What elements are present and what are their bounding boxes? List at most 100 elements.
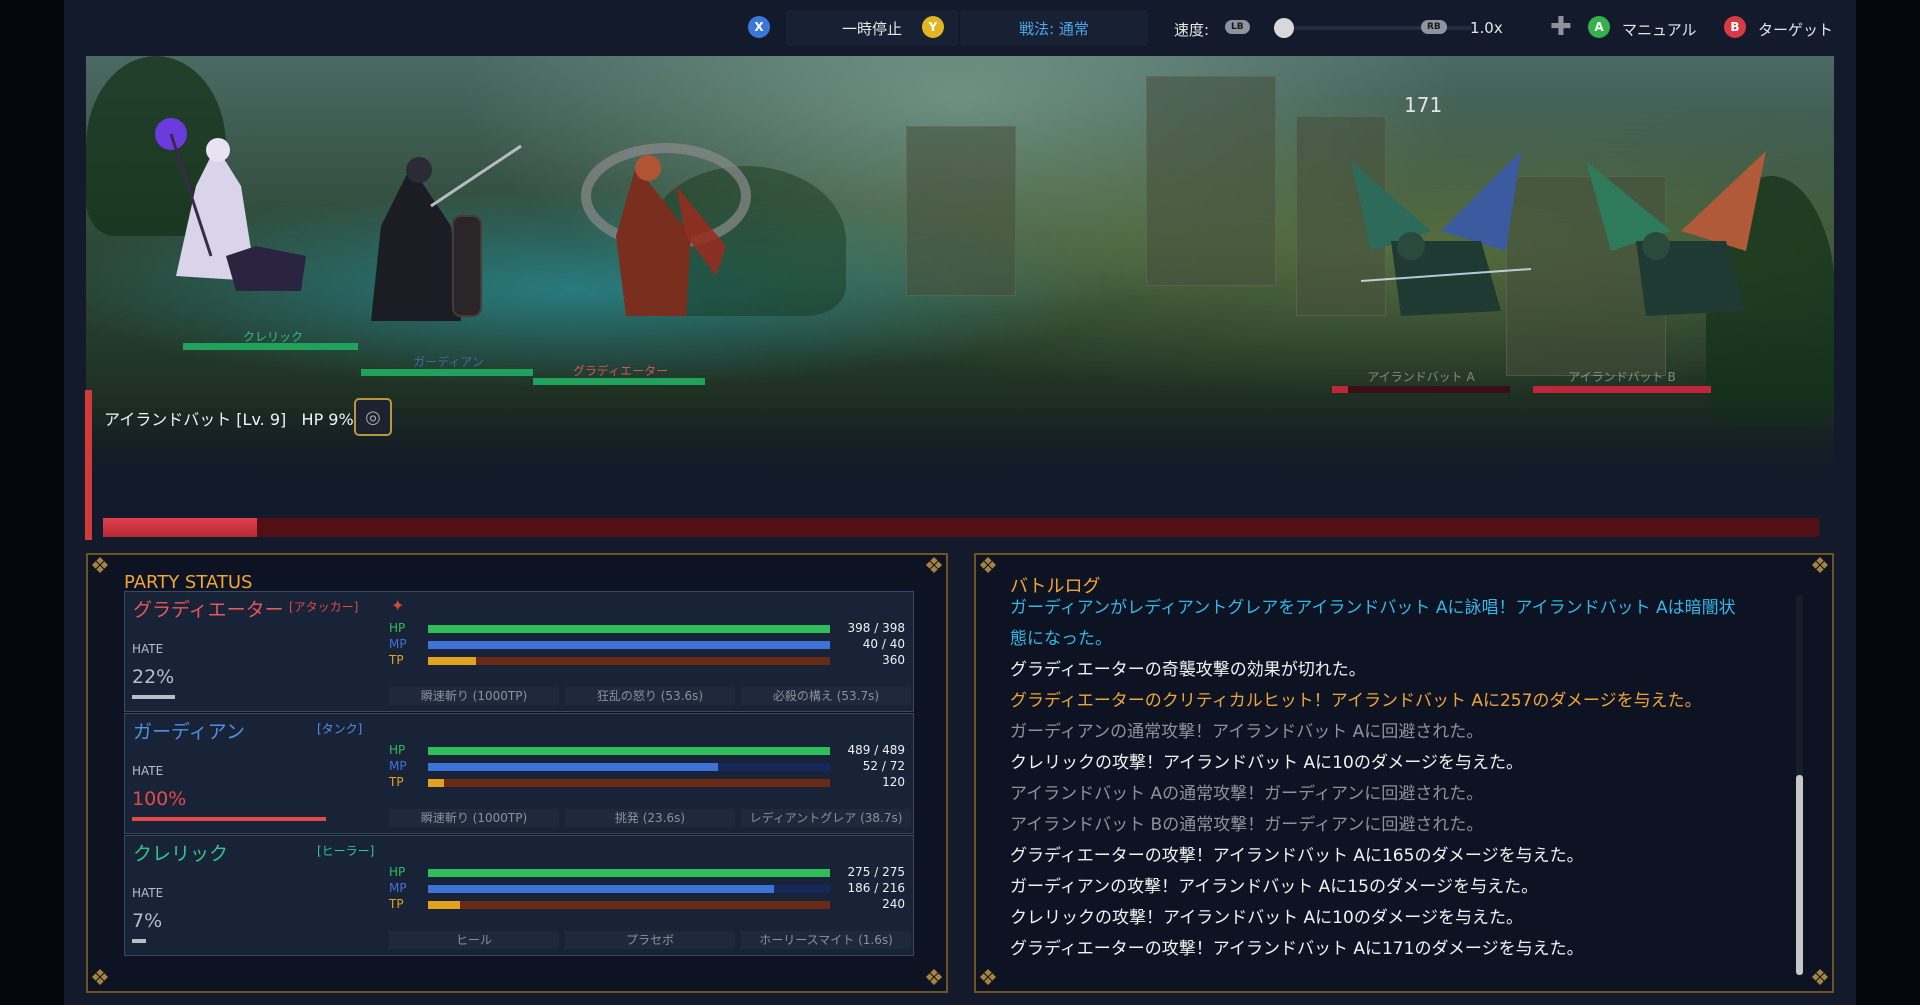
y-button-icon: Y (922, 16, 944, 38)
ornament-corner-icon: ❖ (978, 966, 998, 991)
manual-button[interactable]: マニュアル (1622, 19, 1697, 40)
mp-bar-fill (428, 763, 719, 771)
skill-button[interactable]: 瞬速斬り (1000TP) (389, 687, 559, 705)
log-line: アイランドバット Bの通常攻撃！ガーディアンに回避された。 (1010, 815, 1484, 835)
hp-bar (428, 747, 830, 755)
hp-bar-fill (428, 747, 830, 755)
skill-button[interactable]: 瞬速斬り (1000TP) (389, 809, 559, 827)
hp-value: 489 / 489 (847, 743, 905, 757)
mp-label: MP (389, 637, 407, 651)
log-line: グラディエーターの攻撃！アイランドバット Aに165のダメージを与えた。 (1010, 846, 1584, 866)
log-line: ガーディアンがレディアントグレアをアイランドバット Aに詠唱！アイランドバット … (1010, 598, 1736, 618)
island-bat-b-scene-hp-bar (1533, 386, 1711, 393)
ornament-corner-icon: ❖ (978, 554, 998, 579)
log-line: グラディエーターのクリティカルヒット！アイランドバット Aに257のダメージを与… (1010, 691, 1702, 711)
hp-bar-fill (428, 625, 830, 633)
island-bat-b-scene-hp-fill (1533, 386, 1711, 393)
target-marker (85, 390, 92, 540)
skill-button[interactable]: 狂乱の怒り (53.6s) (565, 687, 735, 705)
log-line: グラディエーターの攻撃！アイランドバット Aに171のダメージを与えた。 (1010, 939, 1584, 959)
skill-button[interactable]: 必殺の構え (53.7s) (741, 687, 911, 705)
guardian-scene-name: ガーディアン (413, 355, 484, 369)
ornament-corner-icon: ❖ (924, 966, 944, 991)
mp-bar (428, 885, 830, 893)
hp-value: 398 / 398 (847, 621, 905, 635)
log-line: グラディエーターの奇襲攻撃の効果が切れた。 (1010, 660, 1366, 680)
island-bat-a-scene-name: アイランドバット A (1367, 370, 1475, 384)
rb-button-icon: RB (1421, 20, 1447, 34)
skill-button[interactable]: 挑発 (23.6s) (565, 809, 735, 827)
ornament-corner-icon: ❖ (90, 554, 110, 579)
mp-value: 52 / 72 (862, 759, 905, 773)
cleric-sprite[interactable] (116, 106, 316, 296)
member-role: [タンク] (317, 722, 363, 736)
hp-label: HP (389, 865, 406, 879)
cleric-scene-hp-bar (183, 343, 358, 350)
island-bat-b-sprite[interactable] (1576, 141, 1776, 341)
party-member-guardian[interactable]: ガーディアン [タンク] HATE 100% HP 489 / 489 MP 52 / 72 T… (124, 713, 914, 834)
hate-value: 22% (132, 666, 175, 688)
speed-label: 速度: (1174, 21, 1210, 39)
hp-bar-fill (428, 869, 830, 877)
hate-label: HATE (132, 886, 164, 900)
log-line: ガーディアンの通常攻撃！アイランドバット Aに回避された。 (1010, 722, 1484, 742)
skill-button[interactable]: プラセボ (565, 931, 735, 949)
member-role: [アタッカー] (289, 600, 359, 614)
b-button-icon: B (1724, 16, 1746, 38)
tp-bar (428, 901, 830, 909)
party-member-gladiator[interactable]: グラディエーター [アタッカー] ✦ HATE 22% HP 398 / 398 MP 40 /… (124, 591, 914, 712)
log-line: アイランドバット Aの通常攻撃！ガーディアンに回避された。 (1010, 784, 1484, 804)
log-scrollbar-thumb[interactable] (1796, 775, 1803, 975)
hate-label: HATE (132, 764, 164, 778)
hp-bar (428, 869, 830, 877)
log-line: クレリックの攻撃！アイランドバット Aに10のダメージを与えた。 (1010, 908, 1523, 928)
party-status-title: PARTY STATUS (124, 572, 253, 593)
island-bat-a-sprite[interactable] (1331, 141, 1531, 341)
mp-label: MP (389, 881, 407, 895)
target-hp-text: HP 9% (301, 410, 354, 429)
tactics-label: 戦法: 通常 (1019, 19, 1089, 38)
member-name: クレリック (133, 843, 229, 865)
a-button-icon: A (1588, 16, 1610, 38)
skill-button[interactable]: ヒール (389, 931, 559, 949)
crit-buff-icon: ✦ (391, 596, 405, 615)
mp-bar (428, 763, 830, 771)
hate-label: HATE (132, 642, 164, 656)
log-line: 態になった。 (1010, 629, 1112, 649)
mp-bar (428, 641, 830, 649)
hate-bar (132, 939, 146, 943)
ornament-corner-icon: ❖ (1810, 966, 1830, 991)
gladiator-sprite[interactable] (556, 126, 756, 326)
gladiator-scene-hp-bar (533, 378, 705, 385)
cleric-scene-hp-fill (183, 343, 358, 350)
skill-button[interactable]: レディアントグレア (38.7s) (741, 809, 911, 827)
hp-bar (428, 625, 830, 633)
target-info: アイランドバット [Lv. 9] HP 9% (104, 406, 354, 430)
tp-bar-fill (428, 657, 477, 665)
gladiator-scene-name: グラディエーター (572, 364, 669, 378)
island-bat-a-scene-hp-fill (1332, 386, 1349, 393)
mp-value: 186 / 216 (847, 881, 905, 895)
member-role: [ヒーラー] (317, 844, 375, 858)
island-bat-a-scene-hp-bar (1332, 386, 1510, 393)
control-bar: X 一時停止 Y 戦法: 通常 速度: LB RB 1.0x ✚ A マニュアル… (64, 0, 1856, 56)
target-hp-fill (103, 518, 258, 537)
dpad-plus-icon: ✚ (1550, 12, 1572, 42)
member-name: ガーディアン (133, 721, 245, 743)
battle-log-panel: ❖ ❖ ❖ ❖ バトルログ ガーディアンがレディアントグレアをアイランドバット … (974, 553, 1834, 993)
tp-bar-fill (428, 779, 445, 787)
tp-label: TP (389, 653, 404, 667)
guardian-sprite[interactable] (341, 136, 531, 326)
tp-value: 360 (882, 653, 905, 667)
target-button[interactable]: ターゲット (1758, 19, 1833, 40)
tactics-button[interactable]: 戦法: 通常 (960, 10, 1148, 46)
speed-slider-knob[interactable] (1274, 18, 1294, 38)
ornament-corner-icon: ❖ (1810, 554, 1830, 579)
ruin-pillar (906, 126, 1016, 296)
tp-label: TP (389, 775, 404, 789)
member-name: グラディエーター (133, 599, 284, 621)
damage-popup: 171 (1404, 93, 1443, 117)
skill-button[interactable]: ホーリースマイト (1.6s) (741, 931, 911, 949)
gladiator-scene-hp-fill (533, 378, 705, 385)
party-member-cleric[interactable]: クレリック [ヒーラー] HATE 7% HP 275 / 275 MP 186 / 216 T… (124, 835, 914, 956)
